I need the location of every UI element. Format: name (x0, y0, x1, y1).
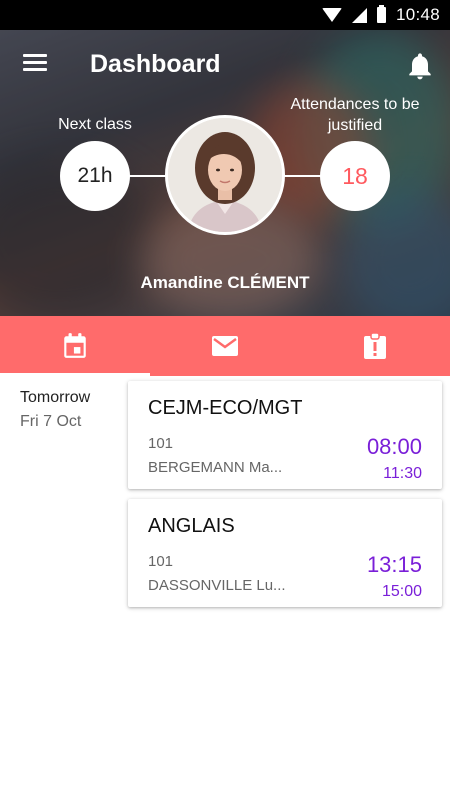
tab-messages[interactable] (150, 316, 300, 376)
attendances-value: 18 (342, 162, 368, 189)
status-bar: 10:48 (0, 0, 450, 30)
profile-header: 10:48 Dashboard Next class Attendances t… (0, 0, 450, 316)
signal-icon (351, 7, 367, 23)
connector-line (282, 175, 324, 177)
menu-icon[interactable] (23, 54, 47, 74)
class-end-time: 11:30 (383, 465, 422, 482)
app-bar: Dashboard (0, 30, 450, 100)
class-subject: CEJM-ECO/MGT (148, 397, 303, 419)
day-date: Fri 7 Oct (20, 413, 82, 430)
clipboard-alert-icon (364, 332, 386, 359)
class-end-time: 15:00 (381, 583, 422, 600)
attendances-circle[interactable]: 18 (320, 141, 390, 211)
avatar[interactable] (165, 115, 285, 235)
next-class-label: Next class (58, 116, 132, 133)
class-teacher: BERGEMANN Ma... (148, 459, 283, 476)
class-teacher: DASSONVILLE Lu... (148, 577, 286, 594)
class-card[interactable]: ANGLAIS 101 DASSONVILLE Lu... 13:15 15:0… (128, 499, 442, 607)
class-start-time: 13:15 (366, 552, 422, 577)
class-room: 101 (148, 435, 174, 452)
class-start-time: 08:00 (366, 434, 422, 459)
calendar-icon (64, 333, 86, 358)
battery-icon (376, 5, 386, 23)
mail-icon (212, 336, 238, 356)
tab-agenda[interactable] (0, 316, 150, 376)
bell-icon[interactable] (404, 50, 436, 82)
avatar-photo (168, 118, 282, 232)
tab-bar (0, 316, 450, 376)
class-subject: ANGLAIS (148, 515, 235, 537)
next-class-circle[interactable]: 21h (60, 141, 130, 211)
page-title: Dashboard (90, 50, 221, 78)
user-name: Amandine CLÉMENT (140, 273, 310, 292)
day-label: Tomorrow (20, 389, 91, 406)
status-time: 10:48 (395, 5, 440, 24)
tab-absences[interactable] (300, 316, 450, 376)
class-room: 101 (148, 553, 174, 570)
class-card[interactable]: CEJM-ECO/MGT 101 BERGEMANN Ma... 08:00 1… (128, 381, 442, 489)
connector-line (128, 175, 168, 177)
attendances-label: Attendances to be justified (290, 96, 420, 134)
wifi-icon (321, 8, 342, 22)
next-class-value: 21h (77, 164, 113, 187)
